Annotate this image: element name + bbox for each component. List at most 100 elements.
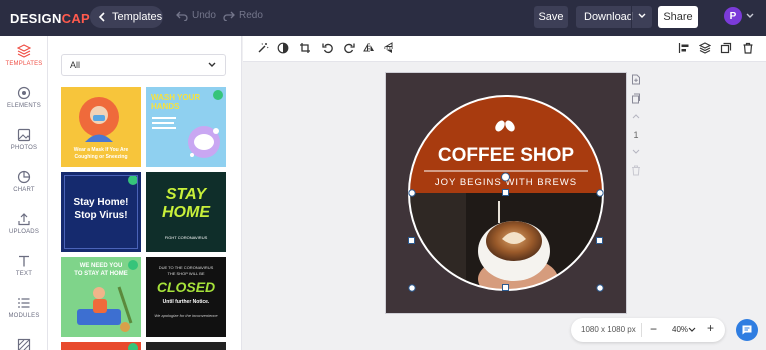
- rail-item-background[interactable]: [0, 338, 48, 350]
- copy-icon: [632, 93, 640, 104]
- zoom-out-button[interactable]: −: [650, 322, 657, 336]
- download-divider: [631, 6, 632, 28]
- chevron-down-icon[interactable]: [688, 327, 696, 333]
- magic-wand-icon[interactable]: [257, 42, 269, 54]
- rail-item-photos[interactable]: PHOTOS: [0, 128, 48, 151]
- coffee-shop-design: COFFEE SHOP JOY BEGINS WITH BREWS: [408, 95, 604, 292]
- list-icon: [18, 298, 30, 308]
- designcap-logo[interactable]: DESIGNCAP: [10, 10, 90, 26]
- template-thumb-partial[interactable]: [61, 342, 141, 350]
- zoom-bar: 1080 x 1080 px − 40% +: [571, 318, 725, 342]
- image-icon: [17, 128, 31, 142]
- rail-item-templates[interactable]: TEMPLATES: [0, 44, 48, 67]
- hands-illustration: [152, 117, 220, 158]
- redo-label: Redo: [239, 10, 263, 21]
- download-label: Download: [584, 11, 633, 23]
- category-filter-select[interactable]: All: [61, 54, 226, 76]
- duplicate-icon[interactable]: [720, 42, 732, 54]
- chevron-left-icon: [98, 12, 105, 22]
- text-icon: [19, 255, 29, 267]
- chevron-down-icon[interactable]: [637, 11, 647, 21]
- thumb-line: Until further Notice.: [162, 299, 210, 305]
- rail-item-elements[interactable]: ELEMENTS: [0, 86, 48, 109]
- logo-text-cap: CAP: [61, 10, 91, 26]
- chat-support-button[interactable]: [736, 319, 758, 341]
- account-chevron-down-icon[interactable]: [745, 11, 755, 21]
- thumb-text: Stay Home! Stop Virus!: [61, 196, 141, 222]
- page-down-button[interactable]: [628, 148, 644, 156]
- zoom-level-select[interactable]: 40%: [672, 325, 688, 334]
- chevron-up-icon: [632, 114, 640, 119]
- rail-item-text[interactable]: TEXT: [0, 254, 48, 277]
- add-page-button[interactable]: [628, 74, 644, 85]
- undo-label: Undo: [192, 10, 216, 21]
- editor-toolbar: [243, 36, 766, 62]
- template-thumb-wash-hands[interactable]: WASH YOUR HANDS: [146, 87, 226, 167]
- file-add-icon: [632, 74, 640, 85]
- rail-label-uploads: UPLOADS: [8, 229, 40, 235]
- background-icon: [17, 338, 31, 350]
- template-thumb-stay-home[interactable]: STAY HOME FIGHT CORONAVIRUS: [146, 172, 226, 252]
- thumb-line: HOME: [162, 204, 210, 221]
- align-icon[interactable]: [678, 42, 690, 54]
- contrast-icon[interactable]: [277, 42, 289, 54]
- design-canvas[interactable]: COFFEE SHOP JOY BEGINS WITH BREWS: [386, 73, 626, 313]
- thumb-text: DUE TO THE CORONAVIRUS THE SHOP WILL BE: [146, 265, 226, 277]
- premium-gem-icon: [128, 343, 138, 350]
- share-button[interactable]: Share: [658, 6, 698, 28]
- templates-back-label: Templates: [112, 11, 163, 23]
- thumb-line: Stay Home!: [73, 197, 129, 208]
- delete-page-button[interactable]: [628, 165, 644, 176]
- download-button[interactable]: Download: [576, 6, 652, 28]
- design-title[interactable]: COFFEE SHOP: [438, 145, 575, 166]
- trash-icon[interactable]: [742, 42, 754, 54]
- rotate-left-icon[interactable]: [322, 42, 334, 54]
- thumb-text: STAY HOME: [146, 186, 226, 222]
- thumb-line: We apologize for the inconvenience: [154, 313, 218, 318]
- page-number: 1: [633, 130, 639, 140]
- save-button[interactable]: Save: [534, 6, 568, 28]
- template-thumb-partial[interactable]: [146, 342, 226, 350]
- template-thumb-closed[interactable]: DUE TO THE CORONAVIRUS THE SHOP WILL BE …: [146, 257, 226, 337]
- thumb-line: Stop Virus!: [74, 210, 128, 221]
- trash-icon: [632, 165, 640, 176]
- thumb-caption: FIGHT CORONAVIRUS: [164, 235, 208, 240]
- upload-icon: [18, 213, 30, 226]
- thumb-text: Wear a Mask If You Are Coughing or Sneez…: [65, 147, 137, 161]
- undo-button[interactable]: Undo: [176, 10, 216, 21]
- layers-icon: [17, 44, 31, 58]
- template-thumb-we-need-you[interactable]: WE NEED YOU TO STAY AT HOME: [61, 257, 141, 337]
- user-avatar[interactable]: P: [724, 7, 742, 25]
- thumb-line: Coughing or Sneezing: [74, 154, 128, 160]
- redo-button[interactable]: Redo: [223, 10, 263, 21]
- top-bar: DESIGNCAP Templates Undo Redo Save Downl…: [0, 0, 766, 36]
- rail-label-chart: CHART: [13, 187, 35, 193]
- pie-chart-icon: [17, 170, 31, 184]
- templates-panel: All Wear a Mask If You Are Coughing or S…: [48, 36, 242, 350]
- copy-page-button[interactable]: [628, 93, 644, 104]
- crop-icon[interactable]: [299, 42, 311, 54]
- page-up-button[interactable]: [628, 112, 644, 120]
- chevron-down-icon: [208, 62, 216, 67]
- layers-icon[interactable]: [699, 42, 711, 54]
- rotate-right-icon[interactable]: [343, 42, 355, 54]
- rail-item-uploads[interactable]: UPLOADS: [0, 212, 48, 235]
- undo-icon: [176, 11, 188, 21]
- template-thumb-stay-home-stop-virus[interactable]: Stay Home! Stop Virus!: [61, 172, 141, 252]
- rail-item-chart[interactable]: CHART: [0, 170, 48, 193]
- chat-icon: [742, 325, 752, 335]
- thumb-line: STAY: [165, 186, 207, 203]
- rail-label-elements: ELEMENTS: [7, 103, 41, 109]
- templates-back-button[interactable]: Templates: [90, 6, 163, 28]
- rail-item-modules[interactable]: MODULES: [0, 296, 48, 319]
- thumb-closed-text: CLOSED: [156, 279, 216, 295]
- zoom-in-button[interactable]: +: [707, 321, 714, 335]
- flip-horizontal-icon[interactable]: [363, 42, 375, 54]
- template-thumb-wear-mask[interactable]: Wear a Mask If You Are Coughing or Sneez…: [61, 87, 141, 167]
- flip-vertical-icon[interactable]: [383, 42, 395, 54]
- redo-icon: [223, 11, 235, 21]
- thumb-line: Wear a Mask If You Are: [73, 147, 129, 153]
- logo-text-design: DESIGN: [10, 10, 62, 26]
- rail-label-modules: MODULES: [8, 313, 40, 319]
- rotate-handle[interactable]: [501, 172, 510, 182]
